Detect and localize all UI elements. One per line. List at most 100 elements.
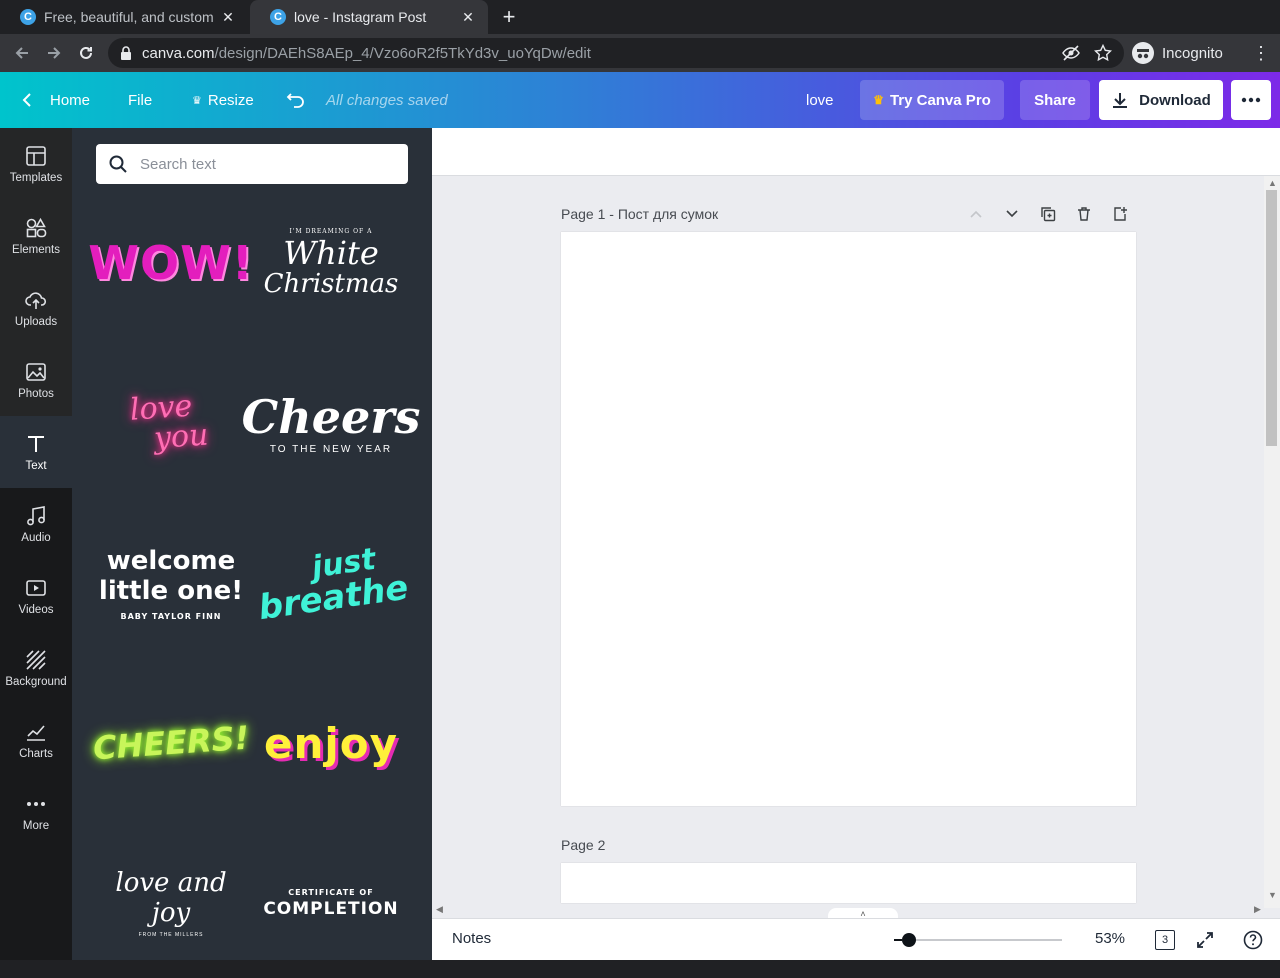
audio-icon (27, 505, 45, 525)
profile-label: Incognito (1162, 44, 1223, 62)
download-icon (1113, 93, 1128, 108)
share-button[interactable]: Share (1020, 80, 1090, 120)
scroll-right-arrow-icon[interactable]: ▶ (1254, 904, 1261, 915)
sidebar-item-elements[interactable]: Elements (0, 200, 72, 272)
background-icon (26, 649, 46, 670)
tab-title: Free, beautiful, and custom (44, 9, 214, 25)
sidebar-item-uploads[interactable]: Uploads (0, 272, 72, 344)
design-page-2[interactable] (561, 863, 1136, 903)
page-2-label[interactable]: Page 2 (561, 837, 605, 853)
sidebar-item-background[interactable]: Background (0, 632, 72, 704)
sidebar-item-charts[interactable]: Charts (0, 704, 72, 776)
search-input[interactable] (140, 155, 390, 173)
fullscreen-icon[interactable] (1194, 929, 1216, 951)
undo-button[interactable] (286, 72, 306, 128)
context-toolbar (432, 128, 1280, 176)
scroll-down-arrow-icon[interactable]: ▼ (1268, 890, 1277, 900)
back-arrow-icon[interactable] (10, 41, 34, 65)
text-style-wow[interactable]: WOW! (88, 188, 253, 338)
duplicate-page-icon[interactable] (1036, 202, 1060, 226)
editor-footer: Notes 53% 3 (432, 918, 1280, 960)
ellipsis-icon (1241, 97, 1261, 103)
url-text: canva.com/design/DAEhS8AEp_4/Vzo6oR2f5Tk… (142, 44, 591, 62)
photos-icon (26, 362, 46, 381)
sidebar-rail: Templates Elements Uploads Photos Text A… (0, 128, 72, 960)
home-button[interactable]: Home (20, 72, 90, 128)
scroll-left-arrow-icon[interactable]: ◀ (436, 904, 443, 915)
search-box[interactable] (96, 144, 408, 184)
scrollbar-thumb[interactable] (1266, 190, 1277, 446)
help-icon[interactable] (1242, 929, 1264, 951)
pages-icon: 3 (1155, 930, 1175, 950)
lock-icon (121, 46, 131, 60)
sidebar-item-videos[interactable]: Videos (0, 560, 72, 632)
star-icon[interactable] (1094, 44, 1112, 62)
eye-off-icon[interactable] (1062, 45, 1080, 61)
zoom-level[interactable]: 53% (1095, 930, 1125, 947)
forward-arrow-icon[interactable] (42, 41, 66, 65)
chevron-left-icon (22, 93, 31, 107)
save-status: All changes saved (326, 91, 448, 109)
zoom-slider[interactable] (908, 939, 1062, 941)
text-style-love-and-joy[interactable]: love and joy FROM THE MILLERS (96, 828, 246, 978)
text-style-certificate[interactable]: CERTIFICATE OF COMPLETION (256, 828, 406, 978)
add-page-icon[interactable] (1108, 202, 1132, 226)
try-canva-pro-button[interactable]: ♛ Try Canva Pro (860, 80, 1004, 120)
text-style-cheers[interactable]: Cheers TO THE NEW YEAR (242, 348, 421, 498)
more-options-button[interactable] (1231, 80, 1271, 120)
close-icon[interactable]: ✕ (460, 9, 476, 25)
chevron-down-icon[interactable] (1000, 202, 1024, 226)
text-style-enjoy[interactable]: enjoy (256, 668, 406, 818)
text-style-love-you[interactable]: love you (96, 348, 246, 498)
download-button[interactable]: Download (1099, 80, 1223, 120)
text-style-cheers-neon[interactable]: CHEERS! (92, 668, 251, 818)
browser-tab-active[interactable]: C love - Instagram Post ✕ (250, 0, 488, 34)
canva-header: Home File ♛ Resize All changes saved lov… (0, 72, 1280, 128)
uploads-icon (25, 291, 47, 309)
editor-canvas-area: Page 1 - Пост для сумок Page 2 ▲ ▼ ◀ ▶ ˄… (432, 128, 1280, 960)
incognito-badge[interactable]: Incognito (1132, 40, 1223, 66)
browser-tab-bar: C Free, beautiful, and custom ✕ C love -… (0, 0, 1280, 34)
design-page-1[interactable] (561, 232, 1136, 806)
text-style-white-christmas[interactable]: I'M DREAMING OF A White Christmas (256, 188, 406, 338)
sidebar-item-templates[interactable]: Templates (0, 128, 72, 200)
scroll-up-arrow-icon[interactable]: ▲ (1268, 178, 1277, 188)
search-icon (109, 155, 127, 173)
page-1-label[interactable]: Page 1 - Пост для сумок (561, 206, 718, 222)
more-icon (27, 801, 45, 806)
new-tab-icon[interactable]: + (498, 4, 520, 29)
close-icon[interactable]: ✕ (220, 9, 236, 25)
chevron-up-icon[interactable] (964, 202, 988, 226)
charts-icon (27, 724, 45, 741)
page-actions (964, 202, 1132, 226)
browser-tab[interactable]: C Free, beautiful, and custom ✕ (0, 0, 248, 34)
elements-icon (26, 217, 47, 237)
url-field[interactable]: canva.com/design/DAEhS8AEp_4/Vzo6oR2f5Tk… (108, 38, 1124, 68)
zoom-slider-handle[interactable] (902, 933, 916, 947)
sidebar-item-text[interactable]: Text (0, 416, 72, 488)
text-style-welcome[interactable]: welcome little one! BABY TAYLOR FINN (96, 508, 246, 658)
templates-icon (26, 145, 46, 166)
crown-icon: ♛ (873, 93, 884, 107)
text-icon (28, 435, 44, 452)
text-panel: WOW! I'M DREAMING OF A White Christmas l… (72, 128, 432, 960)
crown-icon: ♛ (192, 94, 202, 107)
file-menu[interactable]: File (128, 72, 152, 128)
tab-title: love - Instagram Post (294, 9, 427, 25)
trash-icon[interactable] (1072, 202, 1096, 226)
page-count-button[interactable]: 3 (1154, 929, 1176, 951)
videos-icon (26, 579, 46, 596)
sidebar-item-photos[interactable]: Photos (0, 344, 72, 416)
sidebar-item-more[interactable]: More (0, 776, 72, 848)
canva-favicon-icon: C (20, 9, 36, 25)
sidebar-item-audio[interactable]: Audio (0, 488, 72, 560)
text-style-just-breathe[interactable]: just breathe (256, 508, 411, 658)
canva-favicon-icon: C (270, 9, 286, 25)
address-bar: canva.com/design/DAEhS8AEp_4/Vzo6oR2f5Tk… (0, 34, 1280, 72)
undo-icon (286, 93, 304, 108)
resize-button[interactable]: ♛ Resize (192, 72, 254, 128)
notes-button[interactable]: Notes (452, 930, 491, 947)
browser-menu-icon[interactable]: ⋮ (1252, 44, 1270, 62)
design-title[interactable]: love (806, 72, 834, 128)
reload-icon[interactable] (74, 41, 98, 65)
